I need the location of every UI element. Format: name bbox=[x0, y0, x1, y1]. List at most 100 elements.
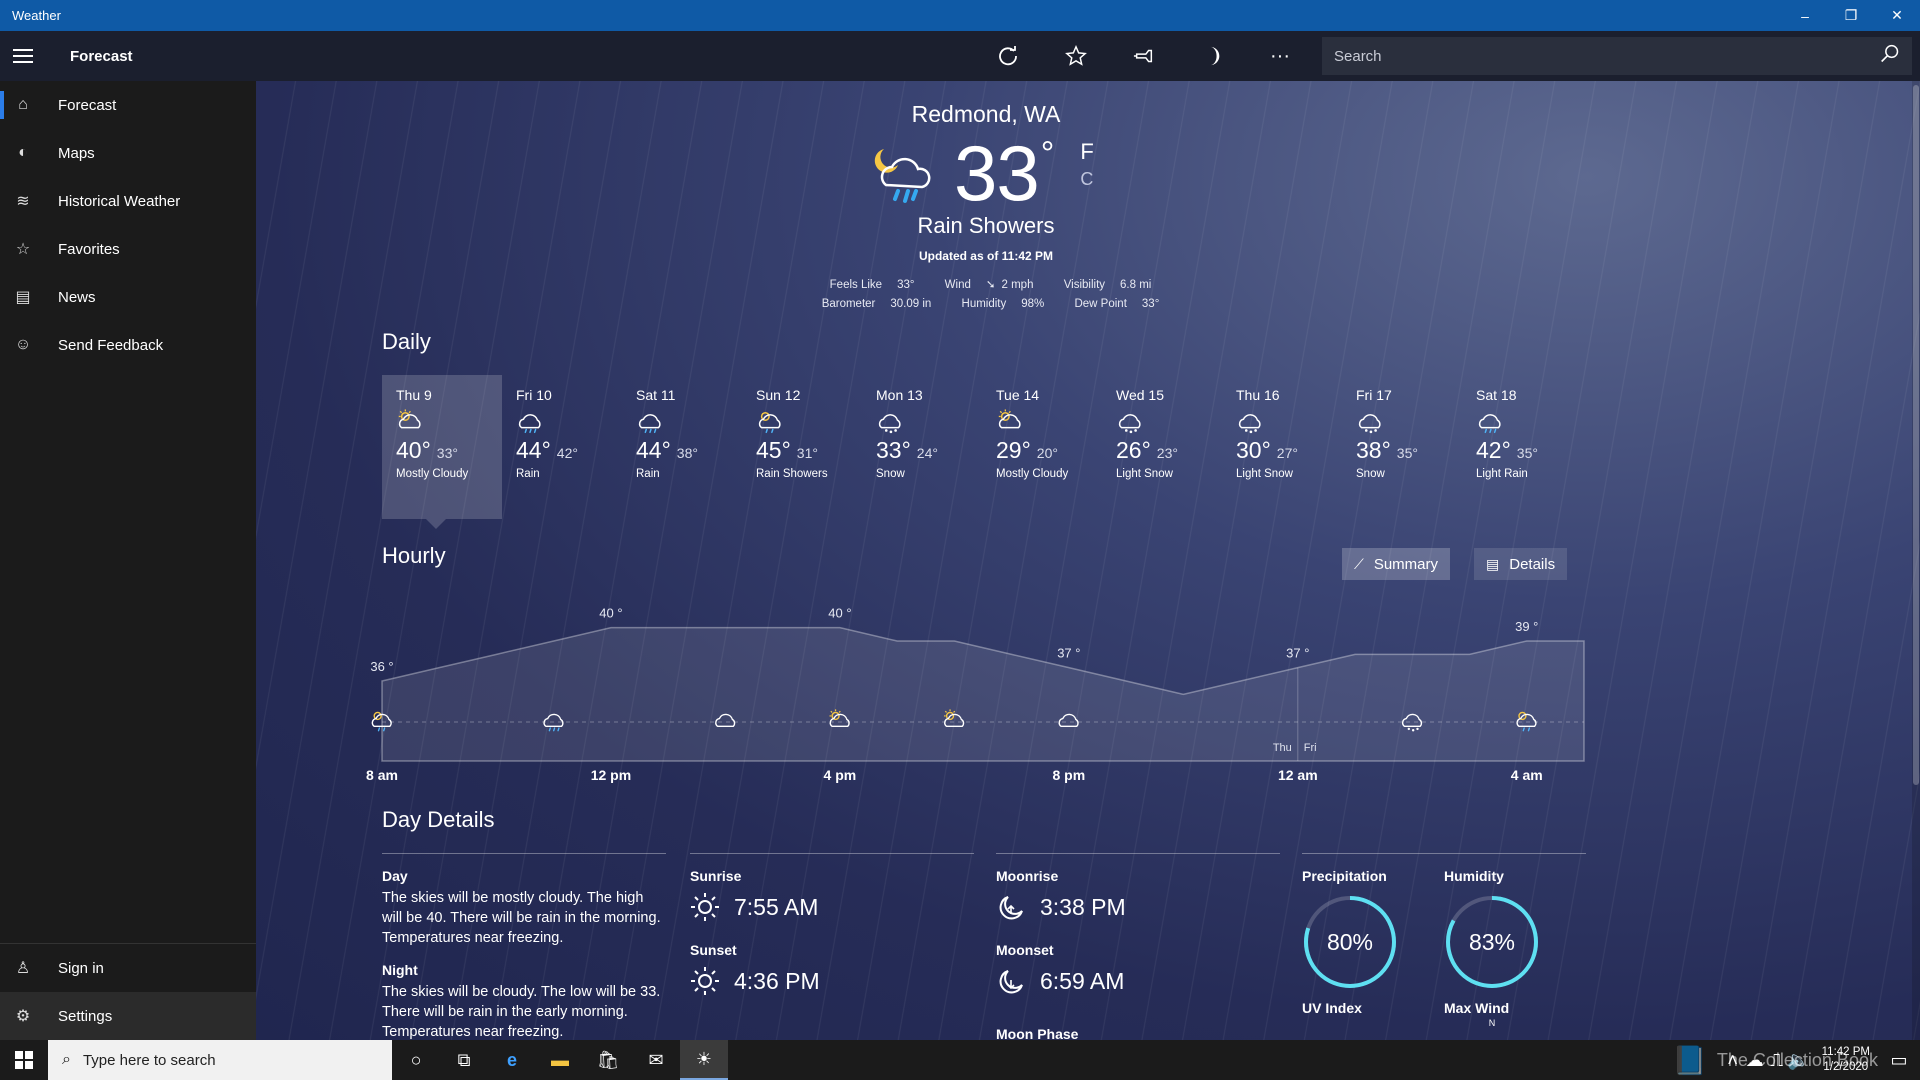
command-bar: Forecast ··· bbox=[0, 31, 1920, 81]
precipitation-label: Precipitation bbox=[1302, 868, 1387, 884]
refresh-button[interactable] bbox=[974, 31, 1042, 81]
day-divider-left-label: Thu bbox=[1273, 742, 1292, 754]
hourly-temp-label: 40 ° bbox=[828, 606, 851, 621]
sidebar: ⌂ Forecast ◐ Maps ≋ Historical Weather ☆… bbox=[0, 81, 256, 1040]
file-explorer-icon[interactable]: ▬ bbox=[536, 1040, 584, 1080]
moon-phase-label: Moon Phase bbox=[996, 1026, 1079, 1040]
hamburger-menu-button[interactable] bbox=[0, 31, 46, 81]
search-box[interactable] bbox=[1322, 37, 1912, 75]
edge-icon[interactable]: e bbox=[488, 1040, 536, 1080]
radar-icon: ◐ bbox=[18, 144, 28, 161]
taskbar-search[interactable]: ⌕ Type here to search bbox=[48, 1040, 392, 1080]
notifications-icon[interactable]: ▭ bbox=[1884, 1040, 1914, 1080]
taskbar-search-placeholder: Type here to search bbox=[82, 1051, 216, 1069]
pin-button[interactable] bbox=[1110, 31, 1178, 81]
favorite-button[interactable] bbox=[1042, 31, 1110, 81]
restore-button[interactable]: ❐ bbox=[1828, 0, 1874, 31]
mail-icon[interactable]: ✉ bbox=[632, 1040, 680, 1080]
sidebar-item-sign-in[interactable]: ♙ Sign in bbox=[0, 944, 256, 992]
sidebar-item-label: Maps bbox=[58, 144, 95, 162]
humidity-ring: 83% bbox=[1444, 894, 1540, 990]
moonset-row: 6:59 AM bbox=[996, 966, 1280, 996]
sidebar-item-settings[interactable]: ⚙ Settings bbox=[0, 992, 256, 1040]
refresh-icon bbox=[999, 46, 1017, 66]
moonrise-icon bbox=[999, 896, 1023, 920]
hourly-temp-label: 39 ° bbox=[1515, 619, 1538, 634]
moonset-label: Moonset bbox=[996, 942, 1054, 958]
sunset-row: 4:36 PM bbox=[690, 966, 974, 996]
sun-icon bbox=[691, 967, 719, 995]
search-icon[interactable] bbox=[1880, 44, 1900, 69]
volume-icon[interactable]: 🔈 bbox=[1787, 1040, 1809, 1080]
minimize-button[interactable]: – bbox=[1782, 0, 1828, 31]
windows-icon bbox=[15, 1051, 33, 1069]
humidity-label: Humidity bbox=[1444, 868, 1504, 884]
cortana-icon[interactable]: ○ bbox=[392, 1040, 440, 1080]
network-icon[interactable]: ⎍ bbox=[1766, 1040, 1788, 1080]
sunset-time: 4:36 PM bbox=[734, 967, 820, 994]
hourly-tick-label: 12 pm bbox=[591, 767, 631, 783]
hourly-tick-label: 8 pm bbox=[1053, 767, 1086, 783]
sidebar-item-send-feedback[interactable]: ☺ Send Feedback bbox=[0, 321, 256, 369]
scrollbar-thumb[interactable] bbox=[1913, 85, 1919, 785]
hourly-tick-label: 12 am bbox=[1278, 767, 1318, 783]
day-divider-right-label: Fri bbox=[1304, 742, 1317, 754]
sunset-label: Sunset bbox=[690, 942, 737, 958]
sunrise-time: 7:55 AM bbox=[734, 893, 819, 920]
uv-index-label: UV Index bbox=[1302, 1000, 1362, 1016]
close-button[interactable]: ✕ bbox=[1874, 0, 1920, 31]
weather-app-icon[interactable]: ☀ bbox=[680, 1040, 728, 1080]
start-button[interactable] bbox=[0, 1040, 48, 1080]
sidebar-item-news[interactable]: ▤ News bbox=[0, 273, 256, 321]
day-text: The skies will be mostly cloudy. The hig… bbox=[382, 890, 661, 946]
taskbar: ⌕ Type here to search ○ ⧉ e ▬ 🛍 ✉ ☀ ˄ ☁ … bbox=[0, 1040, 1920, 1080]
precipitation-value: 80% bbox=[1326, 928, 1374, 955]
search-input[interactable] bbox=[1334, 47, 1880, 65]
gear-icon: ⚙ bbox=[15, 1008, 31, 1025]
chart-icon: ≋ bbox=[16, 193, 30, 210]
day-details-title: Day Details bbox=[382, 807, 495, 832]
chevron-up-icon[interactable]: ˄ bbox=[1722, 1040, 1744, 1080]
night-text: The skies will be cloudy. The low will b… bbox=[382, 984, 661, 1040]
star-icon bbox=[1065, 45, 1087, 66]
task-view-icon[interactable]: ⧉ bbox=[440, 1040, 488, 1080]
pin-icon bbox=[1133, 49, 1153, 63]
title-bar: Weather – ❐ ✕ bbox=[0, 0, 1920, 31]
sunrise-row: 7:55 AM bbox=[690, 892, 974, 922]
sidebar-item-label: Settings bbox=[58, 1007, 113, 1025]
hourly-tick-label: 4 pm bbox=[824, 767, 857, 783]
moon-icon bbox=[1210, 46, 1220, 66]
sidebar-item-maps[interactable]: ◐ Maps bbox=[0, 129, 256, 177]
moonrise-time: 3:38 PM bbox=[1040, 893, 1126, 920]
hourly-temp-label: 40 ° bbox=[599, 606, 622, 621]
clock[interactable]: 11:42 PM 1/2/2020 bbox=[1822, 1045, 1870, 1075]
max-wind-label: Max Wind bbox=[1444, 1000, 1510, 1016]
hamburger-icon bbox=[13, 55, 33, 57]
sidebar-item-favorites[interactable]: ☆ Favorites bbox=[0, 225, 256, 273]
night-label: Night bbox=[382, 962, 418, 978]
sidebar-item-forecast[interactable]: ⌂ Forecast bbox=[0, 81, 256, 129]
moonset-icon bbox=[999, 970, 1023, 994]
search-icon: ⌕ bbox=[62, 1051, 71, 1068]
store-icon[interactable]: 🛍 bbox=[584, 1040, 632, 1080]
app-title: Weather bbox=[12, 8, 61, 23]
main-content: Redmond, WA 33 ° F C Rain Showers Update… bbox=[256, 81, 1920, 1040]
sidebar-bottom: ♙ Sign in ⚙ Settings bbox=[0, 943, 256, 1040]
dark-mode-button[interactable] bbox=[1178, 31, 1246, 81]
hourly-temp-label: 37 ° bbox=[1286, 646, 1309, 661]
more-button[interactable]: ··· bbox=[1246, 31, 1314, 81]
page-title: Forecast bbox=[70, 47, 133, 65]
cloud-icon[interactable]: ☁ bbox=[1744, 1040, 1766, 1080]
system-tray: ˄ ☁ ⎍ 🔈 11:42 PM 1/2/2020 ▭ bbox=[1722, 1040, 1920, 1080]
humidity-value: 83% bbox=[1468, 928, 1516, 955]
sidebar-item-label: Send Feedback bbox=[58, 336, 164, 354]
vertical-scrollbar[interactable] bbox=[1912, 81, 1920, 1040]
sun-icon bbox=[691, 893, 719, 921]
hourly-tick-label: 8 am bbox=[366, 767, 398, 783]
person-icon: ♙ bbox=[15, 960, 31, 977]
sidebar-item-historical-weather[interactable]: ≋ Historical Weather bbox=[0, 177, 256, 225]
home-icon: ⌂ bbox=[18, 96, 28, 113]
clock-date: 1/2/2020 bbox=[1823, 1061, 1869, 1073]
precipitation-block: Precipitation 80% UV Index bbox=[1302, 868, 1398, 1016]
sidebar-item-label: Historical Weather bbox=[58, 192, 181, 210]
